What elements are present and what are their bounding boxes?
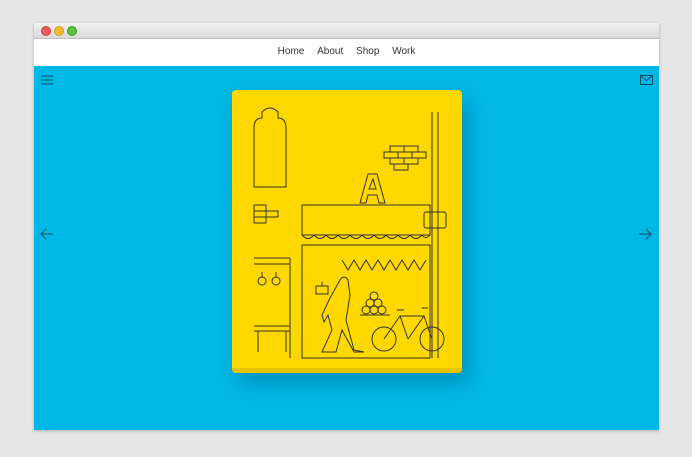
arrow-right-icon[interactable] xyxy=(638,228,652,240)
bricks-top xyxy=(383,145,427,171)
nav-link-home[interactable]: Home xyxy=(278,46,305,57)
book-cover: A xyxy=(232,90,462,373)
minimize-window-button[interactable] xyxy=(54,26,64,36)
letter-a-sign xyxy=(359,173,386,204)
bricks-left xyxy=(253,204,279,224)
pole-box xyxy=(423,211,447,229)
arched-window xyxy=(253,107,287,188)
walking-person xyxy=(315,276,365,353)
window-titlebar xyxy=(34,23,659,39)
shop-awning xyxy=(301,204,431,236)
nav-link-work[interactable]: Work xyxy=(392,46,415,57)
book-bottom-edge xyxy=(232,368,462,373)
bulb-right xyxy=(271,276,281,286)
hamburger-menu-icon[interactable] xyxy=(40,74,54,86)
envelope-icon[interactable] xyxy=(640,75,653,85)
bulb-left xyxy=(257,276,267,286)
fruit-pile xyxy=(360,291,390,316)
close-window-button[interactable] xyxy=(41,26,51,36)
zoom-window-button[interactable] xyxy=(67,26,77,36)
hero-stage: A xyxy=(34,66,659,430)
nav-link-about[interactable]: About xyxy=(317,46,343,57)
book-illustration: A xyxy=(232,90,447,359)
site-navbar: Home About Shop Work xyxy=(34,39,659,66)
browser-window: Home About Shop Work xyxy=(34,23,659,430)
nav-links: Home About Shop Work xyxy=(34,46,659,57)
book-letter: A xyxy=(232,90,243,94)
bicycle xyxy=(371,307,445,352)
bench xyxy=(254,325,290,352)
arrow-left-icon[interactable] xyxy=(40,228,54,240)
nav-link-shop[interactable]: Shop xyxy=(356,46,379,57)
